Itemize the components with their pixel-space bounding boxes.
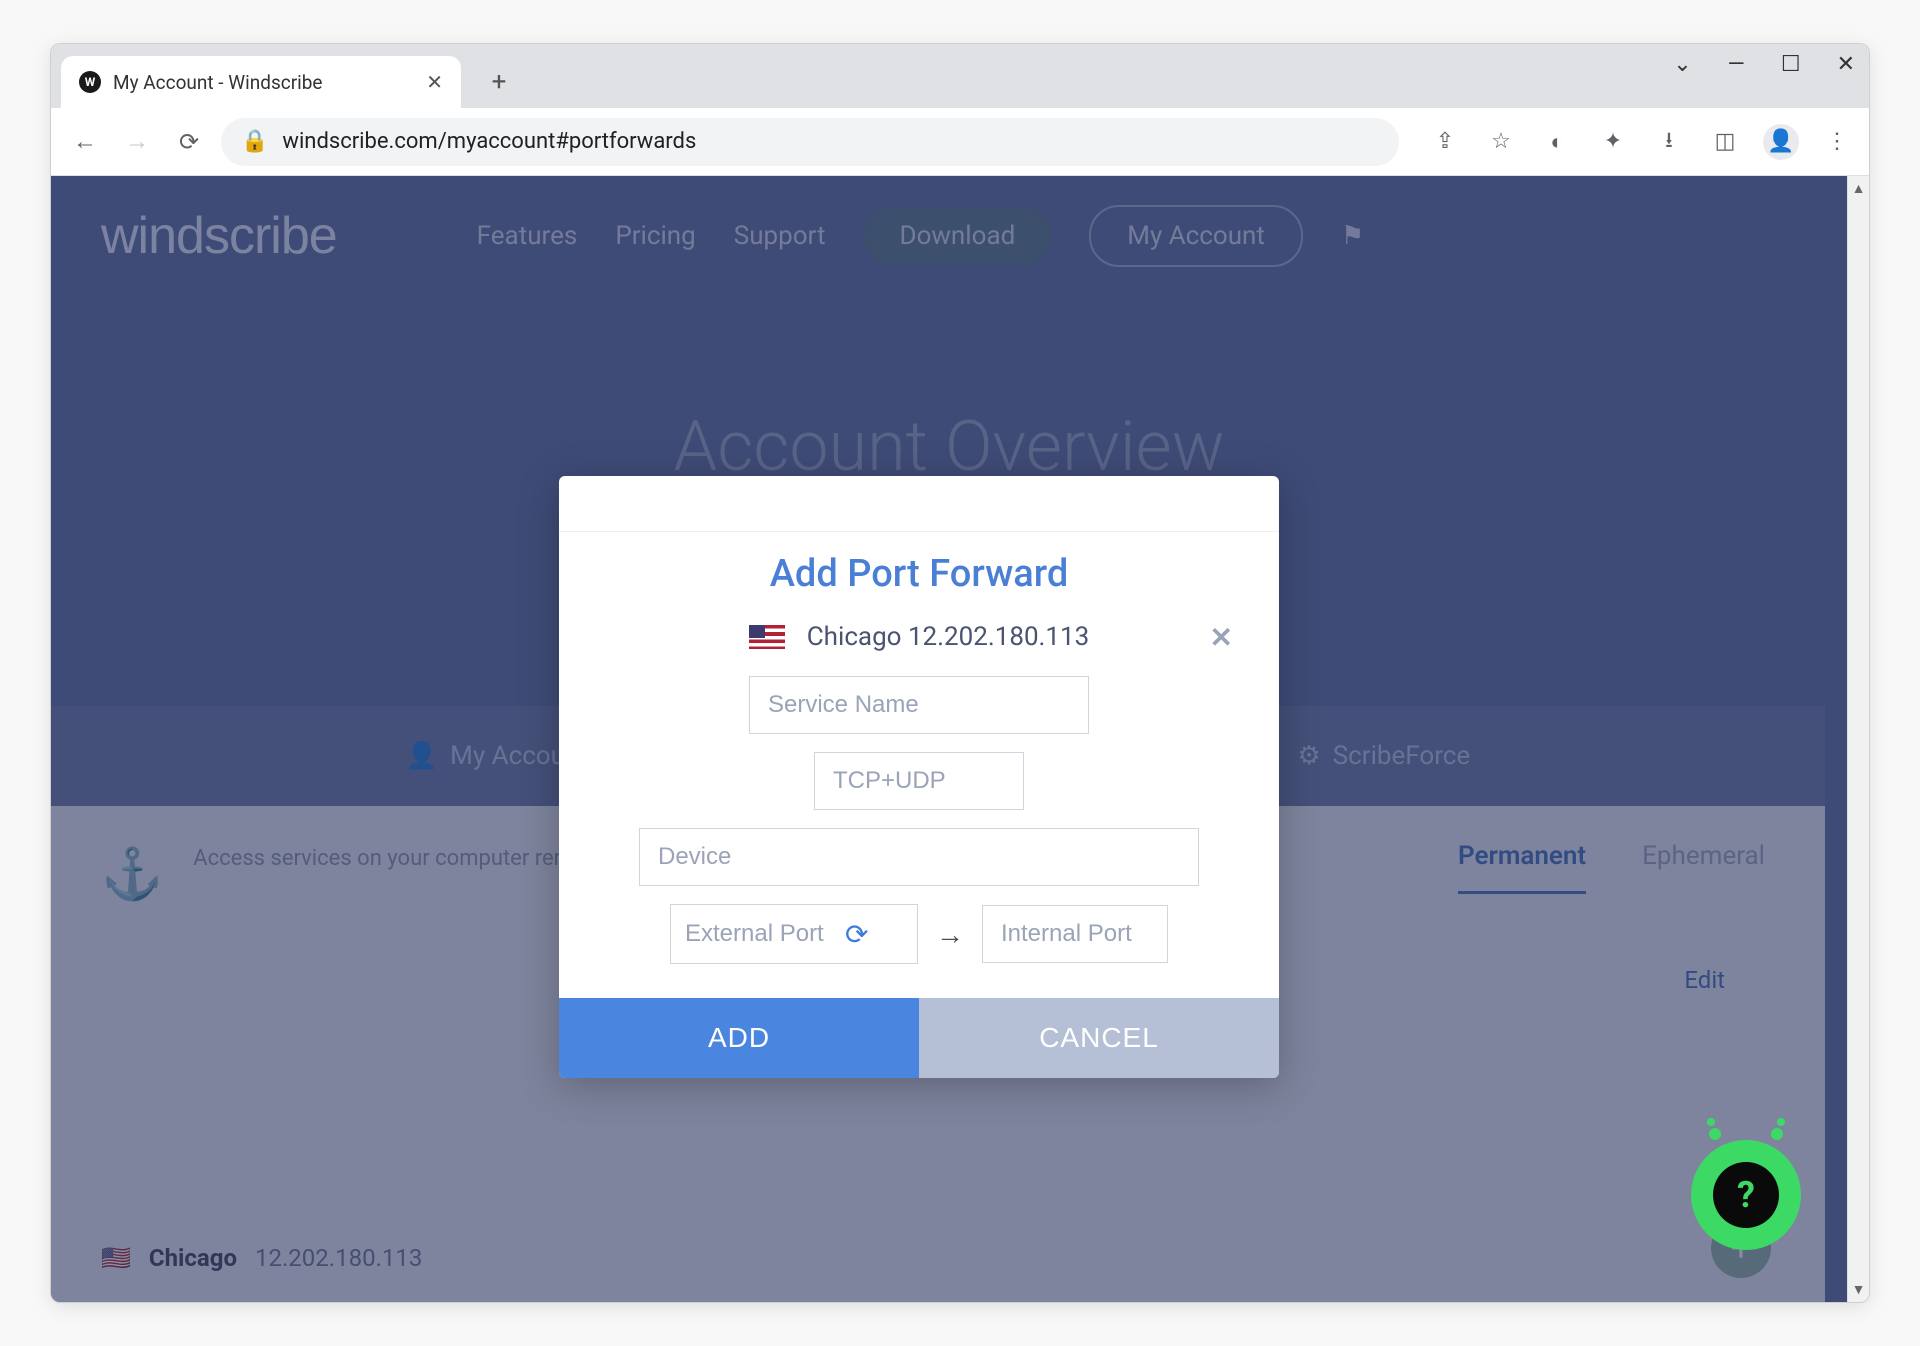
share-icon[interactable]: ⇪ — [1427, 124, 1463, 160]
menu-icon[interactable]: ⋮ — [1819, 124, 1855, 160]
modal-footer: ADD CANCEL — [559, 998, 1279, 1078]
tab-strip: W My Account - Windscribe ✕ + ⌄ — ☐ ✕ — [51, 44, 1869, 108]
scroll-up-icon[interactable]: ▲ — [1852, 176, 1866, 201]
maximize-icon[interactable]: ☐ — [1781, 52, 1801, 77]
forward-button[interactable]: → — [117, 122, 157, 162]
browser-window: W My Account - Windscribe ✕ + ⌄ — ☐ ✕ ← … — [50, 43, 1870, 1303]
modal-header — [559, 476, 1279, 532]
favicon-icon: W — [79, 71, 101, 93]
device-select[interactable] — [639, 828, 1199, 886]
chevron-down-icon[interactable]: ⌄ — [1673, 52, 1691, 77]
scroll-down-icon[interactable]: ▼ — [1852, 1277, 1866, 1302]
downloads-icon[interactable]: ⭳ — [1651, 124, 1687, 160]
lock-icon: 🔒 — [241, 129, 268, 154]
arrow-right-icon: → — [936, 918, 964, 951]
extensions-icon[interactable]: ✦ — [1595, 124, 1631, 160]
url-text: windscribe.com/myaccount#portforwards — [282, 129, 696, 154]
back-button[interactable]: ← — [65, 122, 105, 162]
ports-row: ⟳ → — [599, 904, 1239, 964]
internal-port-input[interactable] — [982, 905, 1168, 963]
tab-close-icon[interactable]: ✕ — [426, 70, 443, 94]
side-panel-icon[interactable]: ◫ — [1707, 124, 1743, 160]
scrollbar-vertical[interactable]: ▲ ▼ — [1847, 176, 1869, 1302]
tab-title: My Account - Windscribe — [113, 71, 414, 94]
new-tab-button[interactable]: + — [479, 62, 519, 102]
support-chat-button[interactable]: ? — [1691, 1140, 1801, 1250]
chat-bubble-icon: ? — [1713, 1162, 1779, 1228]
extension-windscribe-icon[interactable]: ◐ — [1539, 124, 1575, 160]
browser-tab-active[interactable]: W My Account - Windscribe ✕ — [61, 56, 461, 108]
add-button[interactable]: ADD — [559, 998, 919, 1078]
modal-location-text: Chicago 12.202.180.113 — [807, 622, 1090, 652]
modal-title: Add Port Forward — [599, 552, 1239, 596]
minimize-icon[interactable]: — — [1728, 52, 1745, 77]
modal-location-clear-icon[interactable]: ✕ — [1210, 621, 1233, 654]
address-bar[interactable]: 🔒 windscribe.com/myaccount#portforwards — [221, 118, 1399, 166]
add-port-forward-modal: Add Port Forward Chicago 12.202.180.113 … — [559, 476, 1279, 1078]
refresh-icon[interactable]: ⟳ — [845, 918, 868, 951]
browser-toolbar: ← → ⟳ 🔒 windscribe.com/myaccount#portfor… — [51, 108, 1869, 176]
close-icon[interactable]: ✕ — [1837, 52, 1855, 77]
service-name-input[interactable] — [749, 676, 1089, 734]
viewport: windscribe Features Pricing Support Down… — [51, 176, 1869, 1302]
protocol-select[interactable] — [814, 752, 1024, 810]
external-port-input[interactable] — [685, 920, 835, 948]
external-port-field[interactable]: ⟳ — [670, 904, 918, 964]
cancel-button[interactable]: CANCEL — [919, 998, 1279, 1078]
profile-icon[interactable]: 👤 — [1763, 124, 1799, 160]
bookmark-icon[interactable]: ☆ — [1483, 124, 1519, 160]
window-controls: ⌄ — ☐ ✕ — [1673, 52, 1855, 77]
modal-location-row: Chicago 12.202.180.113 ✕ — [599, 622, 1239, 652]
flag-us-icon — [749, 625, 785, 649]
reload-button[interactable]: ⟳ — [169, 122, 209, 162]
